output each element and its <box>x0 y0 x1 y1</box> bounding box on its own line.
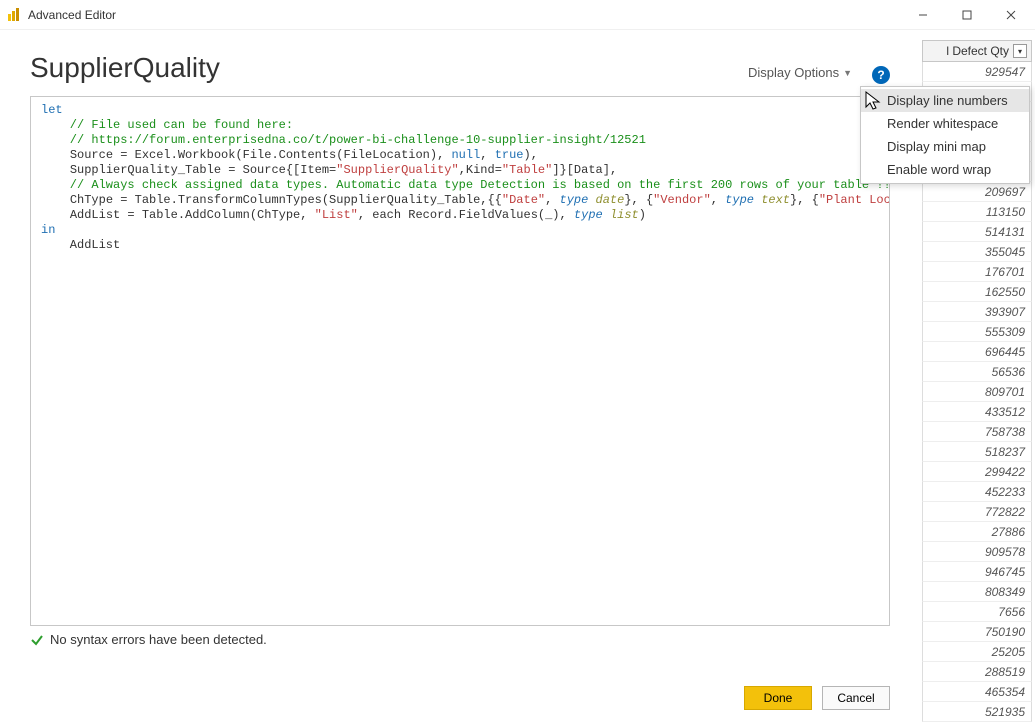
data-cell[interactable]: 809701 <box>922 382 1032 402</box>
display-options-label: Display Options <box>748 65 839 80</box>
cancel-button[interactable]: Cancel <box>822 686 890 710</box>
data-cell[interactable]: 433512 <box>922 402 1032 422</box>
app-icon <box>6 7 22 23</box>
done-button-label: Done <box>764 691 793 705</box>
help-icon[interactable]: ? <box>872 66 890 84</box>
data-cell[interactable]: 772822 <box>922 502 1032 522</box>
data-cell[interactable]: 56536 <box>922 362 1032 382</box>
query-name-heading: SupplierQuality <box>30 52 220 84</box>
data-cell[interactable]: 355045 <box>922 242 1032 262</box>
data-cell[interactable]: 555309 <box>922 322 1032 342</box>
data-cell[interactable]: 929547 <box>922 62 1032 82</box>
column-header-defect-qty[interactable]: l Defect Qty ▾ <box>922 40 1032 62</box>
done-button[interactable]: Done <box>744 686 812 710</box>
data-cell[interactable]: 750190 <box>922 622 1032 642</box>
display-options-menu-item[interactable]: Render whitespace <box>861 112 1029 135</box>
data-cell[interactable]: 209697 <box>922 182 1032 202</box>
code-editor[interactable]: let // File used can be found here: // h… <box>30 96 890 626</box>
check-icon <box>30 633 44 647</box>
display-options-menu-item[interactable]: Display line numbers <box>861 89 1029 112</box>
data-cell[interactable]: 514131 <box>922 222 1032 242</box>
data-cell[interactable]: 25205 <box>922 642 1032 662</box>
column-header-label: l Defect Qty <box>946 44 1009 58</box>
data-cell[interactable]: 162550 <box>922 282 1032 302</box>
syntax-status: No syntax errors have been detected. <box>30 632 890 647</box>
data-cell[interactable]: 452233 <box>922 482 1032 502</box>
column-filter-button[interactable]: ▾ <box>1013 44 1027 58</box>
maximize-button[interactable] <box>945 1 989 29</box>
data-cell[interactable]: 299422 <box>922 462 1032 482</box>
data-cell[interactable]: 393907 <box>922 302 1032 322</box>
window-title: Advanced Editor <box>28 8 901 22</box>
cancel-button-label: Cancel <box>837 691 874 705</box>
data-cell[interactable]: 113150 <box>922 202 1032 222</box>
minimize-button[interactable] <box>901 1 945 29</box>
syntax-status-text: No syntax errors have been detected. <box>50 632 267 647</box>
data-cell[interactable]: 7656 <box>922 602 1032 622</box>
data-cell[interactable]: 288519 <box>922 662 1032 682</box>
data-cell[interactable]: 518237 <box>922 442 1032 462</box>
display-options-menu-item[interactable]: Display mini map <box>861 135 1029 158</box>
data-cell[interactable]: 465354 <box>922 682 1032 702</box>
data-cell[interactable]: 696445 <box>922 342 1032 362</box>
close-button[interactable] <box>989 1 1033 29</box>
data-cell[interactable]: 176701 <box>922 262 1032 282</box>
display-options-menu: Display line numbersRender whitespaceDis… <box>860 86 1030 184</box>
data-cell[interactable]: 909578 <box>922 542 1032 562</box>
display-options-menu-item[interactable]: Enable word wrap <box>861 158 1029 181</box>
data-cell[interactable]: 27886 <box>922 522 1032 542</box>
data-cell[interactable]: 758738 <box>922 422 1032 442</box>
data-cell[interactable]: 946745 <box>922 562 1032 582</box>
display-options-dropdown-trigger[interactable]: Display Options ▼ <box>742 61 858 84</box>
advanced-editor-dialog: SupplierQuality Display Options ▼ ? let … <box>0 30 920 720</box>
data-cell[interactable]: 521935 <box>922 702 1032 722</box>
data-cell[interactable]: 808349 <box>922 582 1032 602</box>
chevron-down-icon: ▼ <box>843 68 852 78</box>
titlebar: Advanced Editor <box>0 0 1035 30</box>
